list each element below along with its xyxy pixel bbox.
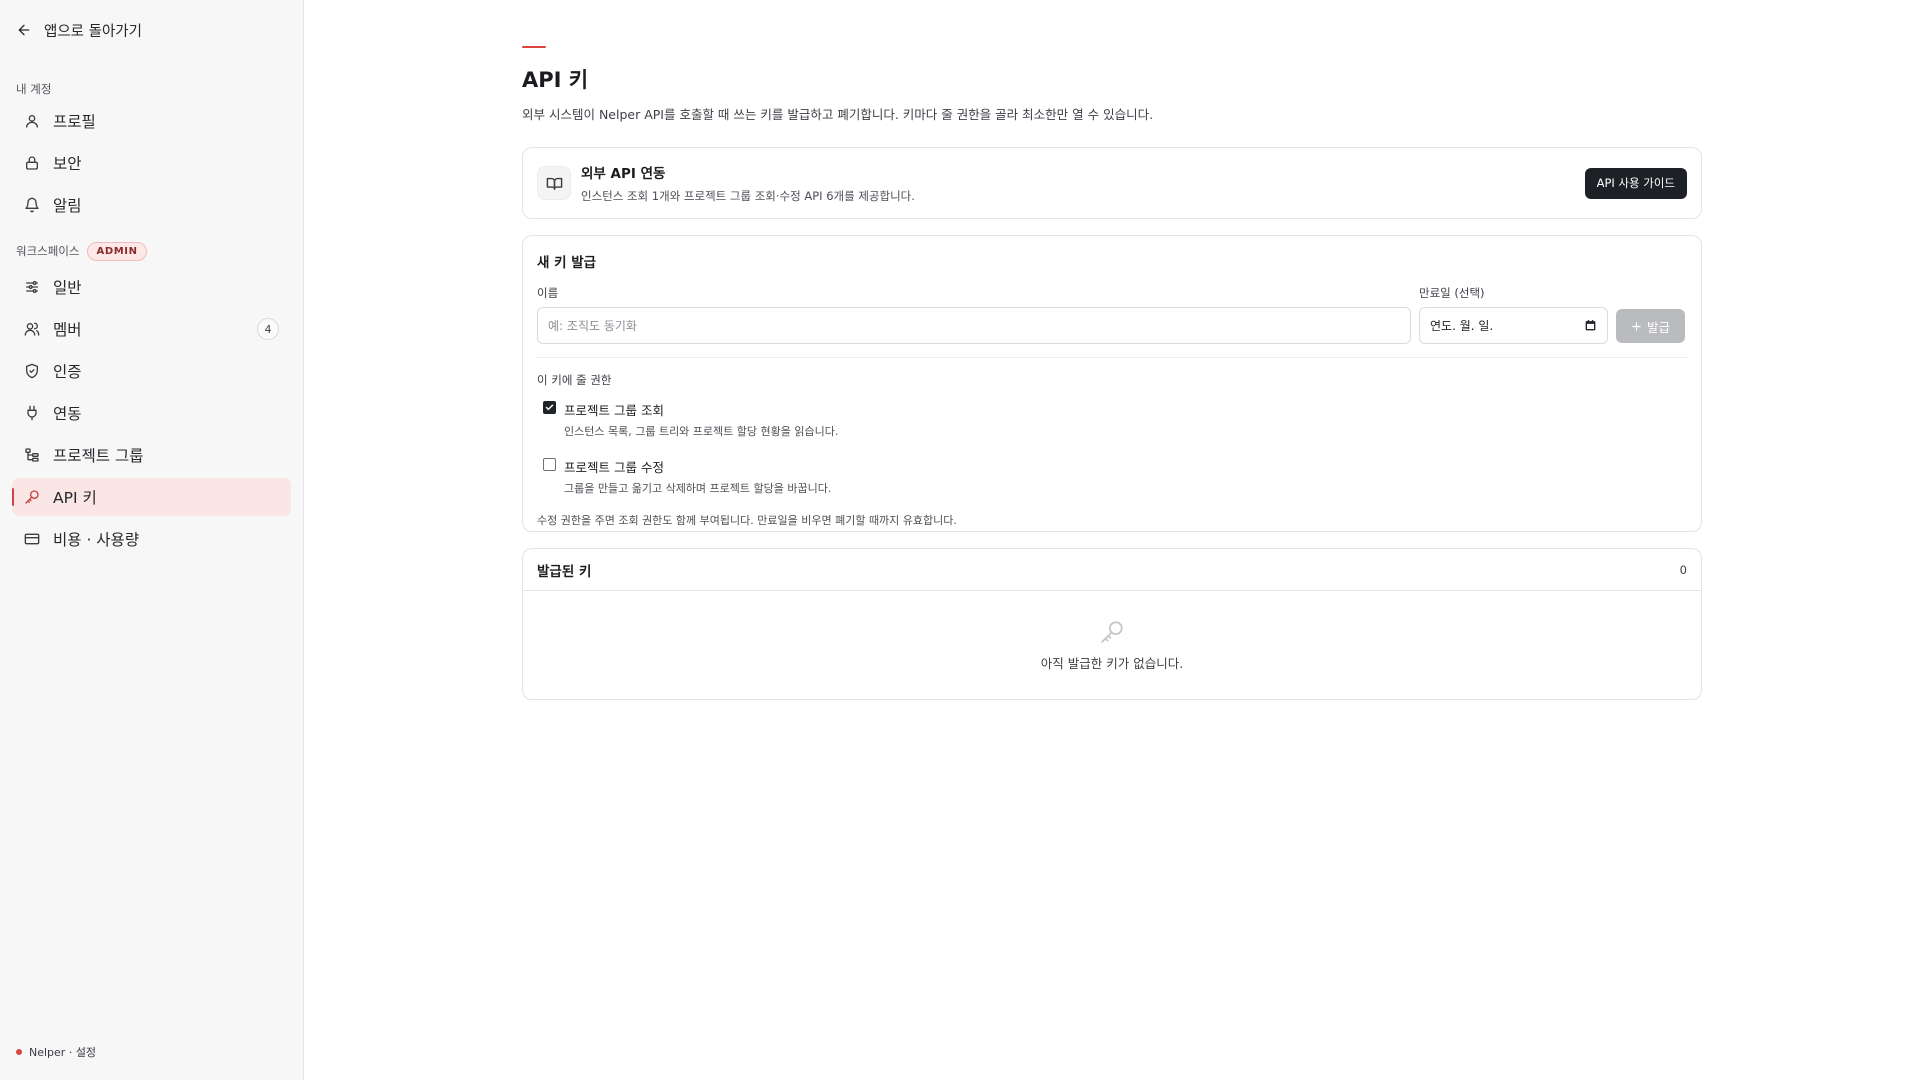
expiry-field-group: 만료일 (선택) 연도. 월. 일. — [1419, 285, 1608, 344]
form-divider — [537, 357, 1687, 358]
permissions-note: 수정 권한을 주면 조회 권한도 함께 부여됩니다. 만료일을 비우면 폐기할 … — [537, 514, 957, 527]
sidebar-item-label: 일반 — [53, 279, 82, 297]
workspace-section-title: 워크스페이스 — [16, 244, 80, 258]
issue-button-label: 발급 — [1646, 319, 1670, 335]
back-to-app-link[interactable]: 앱으로 돌아가기 — [12, 0, 291, 60]
users-icon — [24, 321, 40, 337]
brand-dot-icon — [16, 1049, 22, 1055]
sidebar-item-label: 프로필 — [53, 113, 96, 131]
sidebar-item-members[interactable]: 멤버 4 — [12, 310, 291, 348]
sidebar-item-label: 보안 — [53, 155, 82, 173]
issue-key-button[interactable]: 발급 — [1616, 309, 1685, 343]
expiry-label: 만료일 (선택) — [1419, 286, 1485, 300]
key-icon — [1099, 619, 1125, 645]
external-api-title: 외부 API 연동 — [581, 166, 666, 182]
name-label: 이름 — [537, 286, 559, 300]
permission-read-checkbox[interactable] — [543, 401, 556, 414]
sidebar-item-security[interactable]: 보안 — [12, 144, 291, 182]
empty-state-text: 아직 발급한 키가 없습니다. — [1040, 656, 1184, 671]
key-name-input[interactable] — [537, 307, 1411, 344]
permissions-label: 이 키에 줄 권한 — [537, 373, 612, 387]
issued-keys-title: 발급된 키 — [537, 563, 592, 580]
permission-write-checkbox[interactable] — [543, 458, 556, 471]
account-section-title: 내 계정 — [16, 82, 52, 96]
sidebar-item-project-groups[interactable]: 프로젝트 그룹 — [12, 436, 291, 474]
sidebar-item-label: 인증 — [53, 363, 82, 381]
sidebar-item-profile[interactable]: 프로필 — [12, 102, 291, 140]
sidebar-item-auth[interactable]: 인증 — [12, 352, 291, 390]
key-icon — [24, 489, 40, 505]
expiry-date-placeholder: 연도. 월. 일. — [1430, 319, 1494, 333]
external-api-texts: 외부 API 연동 인스턴스 조회 1개와 프로젝트 그룹 조회·수정 API … — [581, 162, 915, 204]
workspace-section-label: 워크스페이스 ADMIN — [12, 238, 291, 264]
permission-write-texts: 프로젝트 그룹 수정 그룹을 만들고 옮기고 삭제하며 프로젝트 할당을 바꿉니… — [564, 457, 831, 496]
permission-read-texts: 프로젝트 그룹 조회 인스턴스 목록, 그룹 트리와 프로젝트 할당 현황을 읽… — [564, 400, 838, 439]
expiry-date-input[interactable]: 연도. 월. 일. — [1419, 307, 1608, 344]
permission-write-description: 그룹을 만들고 옮기고 삭제하며 프로젝트 할당을 바꿉니다. — [564, 482, 832, 495]
calendar-icon[interactable] — [1584, 319, 1597, 332]
issued-keys-header: 발급된 키 0 — [523, 549, 1701, 591]
account-nav: 프로필 보안 알림 — [12, 102, 291, 224]
back-link-label: 앱으로 돌아가기 — [44, 23, 142, 40]
permission-write: 프로젝트 그룹 수정 그룹을 만들고 옮기고 삭제하며 프로젝트 할당을 바꿉니… — [537, 457, 1687, 496]
page-title: API 키 — [522, 68, 589, 92]
new-key-form-row: 이름 만료일 (선택) 연도. 월. 일. 발 — [537, 285, 1687, 344]
shield-check-icon — [24, 363, 40, 379]
members-count-badge: 4 — [257, 318, 279, 340]
sidebar-item-notifications[interactable]: 알림 — [12, 186, 291, 224]
plug-icon — [24, 405, 40, 421]
lock-icon — [24, 155, 40, 171]
sidebar-item-label: API 키 — [53, 489, 97, 507]
workspace-nav: 일반 멤버 4 인증 연동 프로젝트 그룹 API 키 비용 · 사용량 — [12, 268, 291, 558]
sidebar-item-label: 연동 — [53, 405, 82, 423]
account-section-label: 내 계정 — [12, 82, 291, 96]
main-content: API 키 외부 시스템이 Nelper API를 호출할 때 쓰는 키를 발급… — [304, 0, 1920, 1080]
sidebar-item-label: 프로젝트 그룹 — [53, 447, 144, 465]
permission-read-title: 프로젝트 그룹 조회 — [564, 403, 664, 418]
external-api-description: 인스턴스 조회 1개와 프로젝트 그룹 조회·수정 API 6개를 제공합니다. — [581, 189, 915, 203]
sidebar-item-general[interactable]: 일반 — [12, 268, 291, 306]
plus-icon — [1631, 321, 1642, 332]
sidebar-item-label: 멤버 — [53, 321, 82, 339]
user-icon — [24, 113, 40, 129]
title-accent-bar — [522, 46, 546, 48]
sidebar-item-label: 알림 — [53, 197, 82, 215]
api-keys-page: API 키 외부 시스템이 Nelper API를 호출할 때 쓰는 키를 발급… — [522, 46, 1702, 700]
sidebar-item-label: 비용 · 사용량 — [53, 531, 140, 549]
admin-badge: ADMIN — [87, 241, 147, 261]
issued-keys-count: 0 — [1679, 562, 1687, 577]
arrow-left-icon — [16, 22, 32, 38]
empty-state: 아직 발급한 키가 없습니다. — [523, 591, 1701, 672]
issued-keys-card: 발급된 키 0 아직 발급한 키가 없습니다. — [522, 548, 1702, 700]
external-api-card: 외부 API 연동 인스턴스 조회 1개와 프로젝트 그룹 조회·수정 API … — [522, 147, 1702, 219]
bell-icon — [24, 197, 40, 213]
tree-icon — [24, 447, 40, 463]
footer-label: Nelper · 설정 — [29, 1046, 97, 1059]
sidebar-footer: Nelper · 설정 — [16, 1044, 96, 1060]
sidebar-item-integrations[interactable]: 연동 — [12, 394, 291, 432]
sidebar-item-api-keys[interactable]: API 키 — [12, 478, 291, 516]
page-description: 외부 시스템이 Nelper API를 호출할 때 쓰는 키를 발급하고 폐기합… — [522, 107, 1154, 122]
new-key-card: 새 키 발급 이름 만료일 (선택) 연도. 월. 일. — [522, 235, 1702, 532]
new-key-title: 새 키 발급 — [537, 255, 597, 271]
sliders-icon — [24, 279, 40, 295]
sidebar-item-billing-usage[interactable]: 비용 · 사용량 — [12, 520, 291, 558]
api-guide-button[interactable]: API 사용 가이드 — [1584, 167, 1687, 199]
permission-write-title: 프로젝트 그룹 수정 — [564, 460, 664, 475]
settings-sidebar: 앱으로 돌아가기 내 계정 프로필 보안 알림 워크스페이스 ADMIN 일반 … — [0, 0, 304, 1080]
permission-read: 프로젝트 그룹 조회 인스턴스 목록, 그룹 트리와 프로젝트 할당 현황을 읽… — [537, 400, 1687, 439]
credit-card-icon — [24, 531, 40, 547]
permission-read-description: 인스턴스 목록, 그룹 트리와 프로젝트 할당 현황을 읽습니다. — [564, 425, 839, 438]
book-icon — [537, 166, 571, 200]
name-field-group: 이름 — [537, 285, 1411, 344]
